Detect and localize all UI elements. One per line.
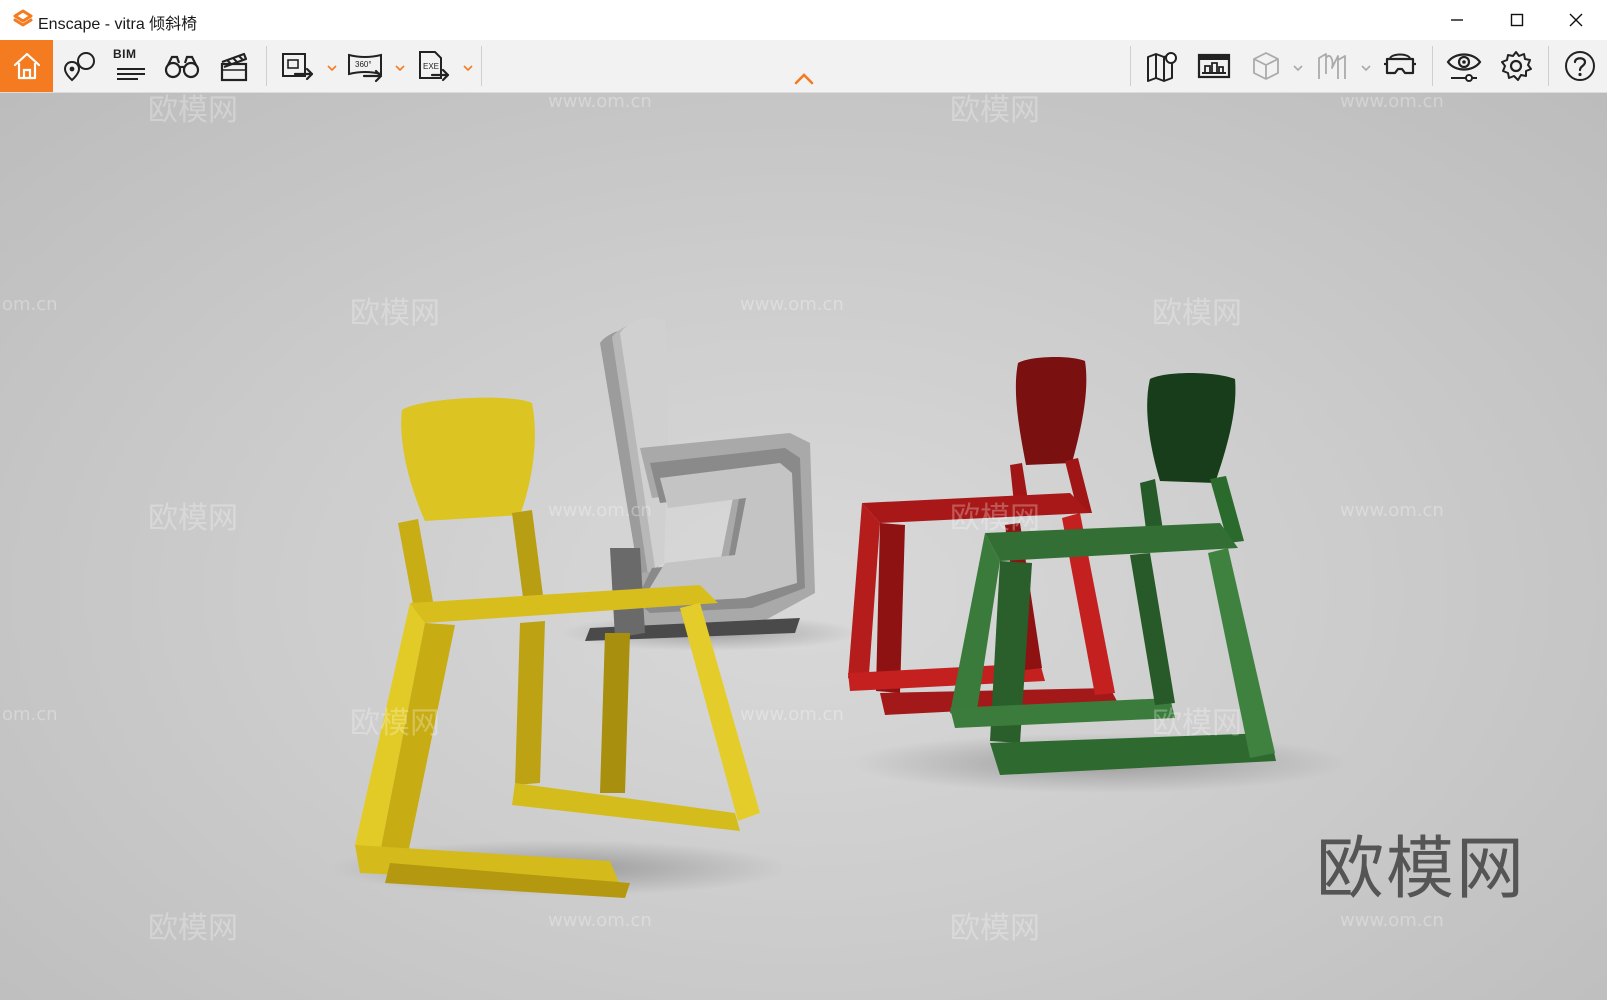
help-button[interactable] xyxy=(1558,40,1602,92)
section-button[interactable] xyxy=(1310,40,1354,92)
home-icon xyxy=(13,52,40,80)
bim-label: BIM xyxy=(113,47,137,61)
help-icon xyxy=(1565,51,1595,81)
toolbar-separator xyxy=(1130,46,1131,86)
video-editor-button[interactable] xyxy=(212,40,256,92)
gear-icon xyxy=(1501,51,1532,81)
map-icon xyxy=(1147,52,1177,82)
svg-text:EXE: EXE xyxy=(423,62,439,71)
panorama-360-icon: 360° xyxy=(348,53,383,83)
chevron-down-icon[interactable] xyxy=(327,64,337,72)
green-chair xyxy=(950,373,1276,775)
toolbar: BIM 360° EXE xyxy=(0,40,1607,93)
eye-icon xyxy=(1446,53,1482,82)
maximize-icon xyxy=(1510,13,1524,27)
toolbar-separator xyxy=(1548,46,1549,86)
maximize-button[interactable] xyxy=(1492,0,1542,40)
binoculars-icon xyxy=(164,55,200,79)
binoculars-button[interactable] xyxy=(160,40,204,92)
cube-icon xyxy=(1253,52,1279,80)
minimize-button[interactable] xyxy=(1432,0,1482,40)
export-exe-icon: EXE xyxy=(419,51,450,82)
render-viewport[interactable]: 欧模网 www.om.cn 欧模网 www.om.cn om.cn 欧模网 ww… xyxy=(0,93,1607,1000)
big-watermark: 欧模网 xyxy=(1316,830,1527,909)
vr-headset-button[interactable] xyxy=(1378,40,1422,92)
toolbar-separator xyxy=(1432,46,1433,86)
toolbar-separator xyxy=(481,46,482,86)
chevron-down-icon[interactable] xyxy=(463,64,473,72)
window-title: Enscape - vitra 倾斜椅 xyxy=(38,16,198,33)
chevron-down-icon[interactable] xyxy=(395,64,405,72)
chevron-down-icon[interactable] xyxy=(1293,64,1303,72)
map-button[interactable] xyxy=(1140,40,1184,92)
title-bar: Enscape - vitra 倾斜椅 xyxy=(0,0,1607,40)
visual-settings-button[interactable] xyxy=(1442,40,1486,92)
home-button[interactable] xyxy=(0,40,53,92)
enscape-logo-icon xyxy=(13,9,33,27)
toolbar-separator xyxy=(266,46,267,86)
cube-view-button[interactable] xyxy=(1244,40,1288,92)
settings-button[interactable] xyxy=(1494,40,1538,92)
views-button[interactable] xyxy=(58,40,102,92)
collapse-toolbar-icon[interactable] xyxy=(793,72,815,86)
vr-headset-icon xyxy=(1384,53,1416,75)
export-image-icon xyxy=(282,53,314,81)
asset-library-icon xyxy=(1197,53,1231,79)
export-image-button[interactable] xyxy=(276,40,320,92)
minimize-icon xyxy=(1451,19,1463,21)
export-360-button[interactable]: 360° xyxy=(344,40,388,92)
svg-text:360°: 360° xyxy=(355,60,372,69)
chevron-down-icon[interactable] xyxy=(1361,64,1371,72)
section-icon xyxy=(1318,53,1346,79)
close-button[interactable] xyxy=(1551,0,1601,40)
export-exe-button[interactable]: EXE xyxy=(412,40,456,92)
asset-library-button[interactable] xyxy=(1192,40,1236,92)
close-icon xyxy=(1569,13,1583,27)
clapperboard-icon xyxy=(220,52,248,82)
map-pin-icon xyxy=(63,52,95,82)
